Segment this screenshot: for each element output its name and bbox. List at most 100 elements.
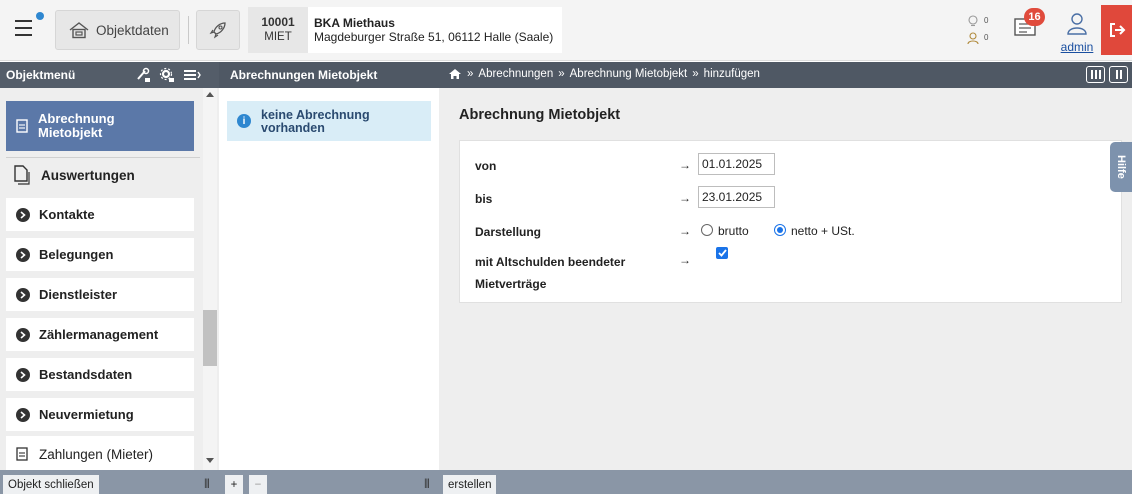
altschulden-checkbox[interactable] (716, 247, 728, 259)
user-menu[interactable]: admin (1060, 12, 1094, 56)
resize-grip-icon[interactable]: ||| (424, 478, 430, 489)
billing-list-panel: i keine Abrechnung vorhanden (219, 88, 439, 470)
objektdaten-label: Objektdaten (96, 22, 169, 38)
create-button[interactable]: erstellen (443, 475, 497, 494)
objektdaten-button[interactable]: Objektdaten (55, 10, 180, 50)
counter-row-b[interactable]: 0 (966, 29, 996, 46)
document-icon (16, 447, 28, 461)
breadcrumb-separator: » (558, 68, 565, 80)
object-type: MIET (264, 31, 292, 43)
help-tab[interactable]: Hilfe (1110, 142, 1132, 192)
sidebar-item-label-line2: Mietobjekt (38, 125, 103, 140)
object-number-box[interactable]: 10001 MIET (248, 7, 308, 53)
object-address: Magdeburger Straße 51, 06112 Halle (Saal… (314, 30, 554, 44)
notification-dot (36, 12, 44, 20)
two-column-icon[interactable] (1109, 66, 1128, 83)
messages-badge: 16 (1024, 8, 1045, 26)
radio-netto[interactable] (774, 224, 786, 236)
page-title: Abrechnung Mietobjekt (459, 107, 621, 123)
breadcrumb: » Abrechnungen » Abrechnung Mietobjekt »… (448, 68, 760, 80)
chevron-circle-icon (16, 407, 30, 422)
column-layout-tools (1086, 66, 1128, 83)
object-info-box[interactable]: BKA Miethaus Magdeburger Straße 51, 0611… (308, 7, 562, 53)
sidebar-item-auswertungen[interactable]: Auswertungen (6, 157, 194, 193)
add-button[interactable]: + (225, 475, 243, 494)
breadcrumb-item-abrechnung-mietobjekt[interactable]: Abrechnung Mietobjekt (570, 68, 688, 80)
empty-list-line2: vorhanden (261, 121, 325, 135)
user-name[interactable]: admin (1060, 40, 1094, 54)
gear-icon[interactable] (159, 67, 175, 83)
logout-button[interactable] (1101, 5, 1132, 55)
sidebar-item-belegungen[interactable]: Belegungen (6, 238, 194, 271)
sidebar-item-label: Belegungen (39, 247, 114, 262)
user-icon (1067, 13, 1087, 35)
navigation-bar: Objektmenü Abrechnungen Mietobjekt » Abr… (0, 62, 1132, 88)
chevron-circle-icon (16, 327, 30, 342)
scroll-up-arrow-icon[interactable] (206, 92, 214, 97)
close-object-button[interactable]: Objekt schließen (3, 475, 99, 494)
radio-brutto[interactable] (701, 224, 713, 236)
sidebar-item-kontakte[interactable]: Kontakte (6, 198, 194, 231)
home-icon[interactable] (448, 68, 462, 80)
logout-icon (1109, 23, 1125, 37)
sidebar-item-label: Kontakte (39, 207, 95, 222)
bis-date-input[interactable] (698, 186, 775, 208)
chevron-circle-icon (16, 207, 30, 222)
hamburger-icon (15, 20, 32, 22)
collapse-menu-icon[interactable] (183, 67, 201, 83)
object-number: 10001 (261, 15, 295, 29)
sidebar-item-label: Dienstleister (39, 287, 118, 302)
favorites-settings-icon[interactable] (135, 67, 151, 83)
billing-form: von → bis → Darstellung → brutto netto +… (459, 140, 1122, 303)
main-content: Abrechnung Mietobjekt von → bis → Darste… (439, 88, 1132, 470)
object-menu-tools (135, 67, 201, 83)
bis-arrow: → (679, 191, 691, 205)
altschulden-arrow: → (679, 253, 691, 267)
darstellung-arrow: → (679, 224, 691, 238)
chevron-circle-icon (16, 247, 30, 262)
sidebar-item-label: Auswertungen (41, 167, 135, 183)
hamburger-icon-line (15, 27, 32, 29)
main-menu-button[interactable] (6, 8, 44, 52)
breadcrumb-item-hinzufuegen: hinzufügen (703, 68, 760, 80)
checkmark-icon (717, 249, 727, 257)
breadcrumb-separator: » (467, 68, 474, 80)
darstellung-label: Darstellung (475, 225, 542, 239)
remove-button[interactable]: − (249, 475, 267, 494)
object-menu-header: Objektmenü (0, 62, 219, 88)
header-divider (188, 16, 189, 44)
resize-grip-icon[interactable]: ||| (204, 478, 210, 489)
sidebar-item-bestandsdaten[interactable]: Bestandsdaten (6, 358, 194, 391)
object-name: BKA Miethaus (314, 16, 395, 30)
sidebar-scrollbar-thumb[interactable] (203, 310, 217, 366)
scroll-down-arrow-icon[interactable] (206, 458, 214, 463)
sidebar-item-zaehlermanagement[interactable]: Zählermanagement (6, 318, 194, 351)
altschulden-label-line1: mit Altschulden beendeter (475, 255, 626, 269)
quickstart-button[interactable] (196, 10, 240, 50)
sidebar-item-zahlungen-mieter[interactable]: Zahlungen (Mieter) (6, 436, 194, 470)
radio-netto-label[interactable]: netto + USt. (791, 224, 855, 238)
top-header: Objektdaten 10001 MIET BKA Miethaus Magd… (0, 0, 1132, 61)
chevron-circle-icon (16, 287, 30, 302)
breadcrumb-item-abrechnungen[interactable]: Abrechnungen (478, 68, 553, 80)
sidebar-item-label: Abrechnung Mietobjekt (38, 112, 115, 140)
radio-brutto-label[interactable]: brutto (718, 224, 749, 238)
von-label: von (475, 159, 497, 173)
sidebar-scrollbar[interactable] (203, 88, 217, 470)
sidebar-item-label: Neuvermietung (39, 407, 134, 422)
von-date-input[interactable] (698, 153, 775, 175)
chevron-circle-icon (16, 367, 30, 382)
counter-row-a[interactable]: 0 (966, 12, 996, 29)
sidebar-item-label: Zählermanagement (39, 327, 159, 342)
sidebar-item-neuvermietung[interactable]: Neuvermietung (6, 398, 194, 431)
house-icon (69, 22, 89, 39)
empty-list-notice: i keine Abrechnung vorhanden (227, 101, 431, 141)
object-menu-sidebar: Abrechnung Mietobjekt Auswertungen Konta… (0, 88, 219, 470)
three-column-icon[interactable] (1086, 66, 1105, 83)
copy-icon (14, 165, 30, 185)
hamburger-icon-line (15, 34, 32, 36)
altschulden-label-line2: Mietverträge (475, 277, 547, 291)
sidebar-item-dienstleister[interactable]: Dienstleister (6, 278, 194, 311)
sidebar-item-abrechnung-mietobjekt[interactable]: Abrechnung Mietobjekt (6, 101, 194, 151)
von-arrow: → (679, 158, 691, 172)
